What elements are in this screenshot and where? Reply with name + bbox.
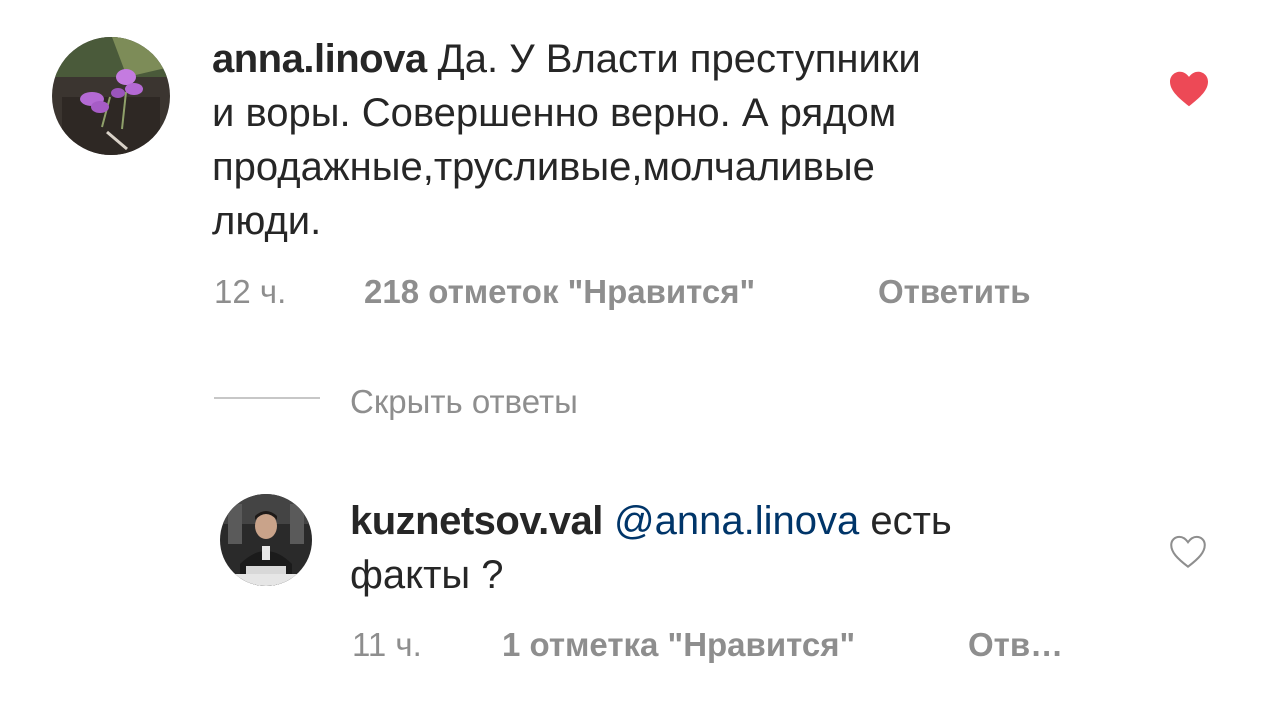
reply-text: kuznetsov.val @anna.linova есть факты ? [350,494,1070,602]
replies-divider [214,397,320,399]
avatar-image [52,37,170,155]
heart-outline-icon[interactable] [1168,534,1208,570]
avatar-image [220,494,312,586]
comment-username[interactable]: anna.linova [212,37,427,81]
reply-text-line: факты ? [350,553,504,597]
comment-timestamp: 12 ч. [214,273,287,310]
comment-reply-button[interactable]: Ответить [878,273,1031,311]
avatar-kuznetsov-val[interactable] [220,494,312,586]
reply-mention-link[interactable]: @anna.linova [614,499,859,543]
reply-timestamp: 11 ч. [352,626,422,663]
reply-likes-count[interactable]: 1 отметка "Нравится" [502,626,855,664]
comment-text-line: продажные,трусливые,молчаливые [212,145,875,189]
reply-username[interactable]: kuznetsov.val [350,499,603,543]
comment-text-line: Да. У Власти преступники [426,37,921,81]
comment-text-line: и воры. Совершенно верно. А рядом [212,91,897,135]
hide-replies-button[interactable]: Скрыть ответы [350,383,578,421]
comment-text-line: люди. [212,199,322,243]
comment-text: anna.linova Да. У Власти преступники и во… [212,32,1092,248]
comment-likes-count[interactable]: 218 отметок "Нравится" [364,273,755,311]
reply-text-line: есть [859,499,952,543]
reply-reply-button[interactable]: Отв… [968,626,1063,664]
avatar-anna-linova[interactable] [52,37,170,155]
heart-filled-icon[interactable] [1168,70,1210,108]
